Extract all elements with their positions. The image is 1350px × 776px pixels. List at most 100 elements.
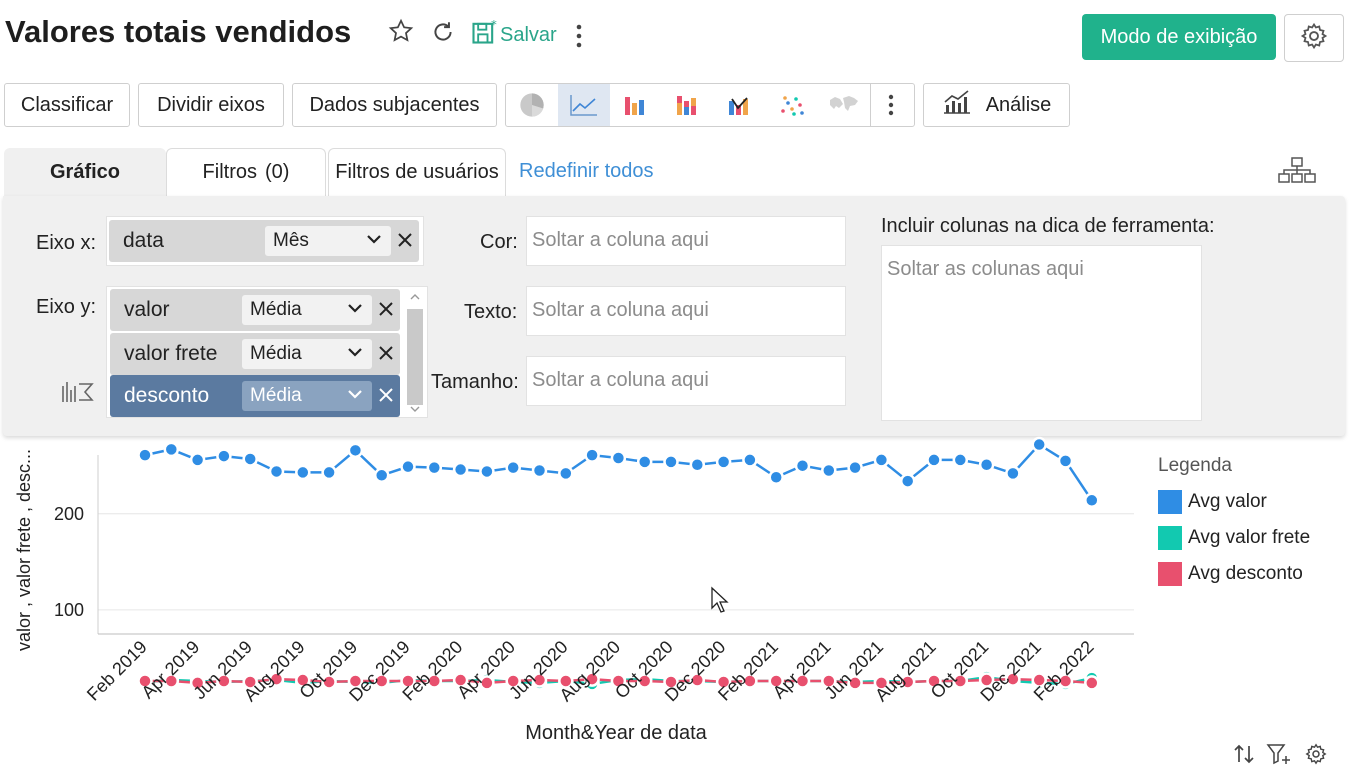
refresh-icon[interactable]	[430, 19, 456, 52]
data-point[interactable]	[926, 452, 942, 468]
data-point[interactable]	[268, 463, 285, 480]
data-point[interactable]	[689, 456, 706, 473]
analysis-button[interactable]: Análise	[923, 83, 1070, 127]
x-axis-label: Eixo x:	[36, 232, 97, 254]
data-point[interactable]	[137, 447, 153, 463]
data-point[interactable]	[715, 454, 732, 470]
data-point[interactable]	[742, 452, 758, 468]
y-tick-label: 200	[54, 504, 84, 524]
reset-all-link[interactable]: Redefinir todos	[519, 160, 654, 183]
split-axes-button[interactable]: Dividir eixos	[138, 83, 284, 127]
chevron-down-icon	[365, 230, 383, 254]
y-axis-aggregation-value: Média	[250, 343, 302, 364]
tooltip-columns-label: Incluir colunas na dica de ferramenta:	[881, 215, 1215, 237]
chart-settings-gear-icon[interactable]	[1304, 742, 1328, 771]
remove-y-field-icon[interactable]	[378, 343, 394, 367]
analysis-label: Análise	[985, 93, 1052, 116]
data-point[interactable]	[1057, 453, 1074, 469]
y-axis-aggregation-select[interactable]: Média	[242, 381, 372, 411]
view-mode-button[interactable]: Modo de exibição	[1082, 14, 1276, 60]
legend-label: Avg valor frete	[1188, 527, 1311, 548]
data-point[interactable]	[558, 465, 574, 482]
y-axis-field[interactable]: valor frete Média	[110, 333, 400, 375]
data-point[interactable]	[295, 464, 311, 481]
data-point[interactable]	[978, 456, 995, 473]
remove-y-field-icon[interactable]	[378, 385, 394, 409]
data-point[interactable]	[479, 463, 495, 480]
data-point[interactable]	[847, 459, 863, 476]
x-axis-aggregation-value: Mês	[273, 230, 309, 251]
y-fields-scrollbar[interactable]	[405, 289, 425, 415]
data-point[interactable]	[347, 442, 364, 459]
chevron-down-icon	[346, 385, 364, 409]
tab-chart[interactable]: Gráfico	[4, 148, 166, 196]
tab-filters[interactable]: Filtros (0)	[166, 148, 326, 196]
data-point[interactable]	[1031, 436, 1047, 453]
stacked-bar-chart-icon[interactable]	[662, 84, 714, 126]
more-chart-types-icon[interactable]	[870, 84, 911, 126]
x-axis-field[interactable]: data Mês	[109, 220, 419, 262]
data-point[interactable]	[189, 452, 206, 468]
text-dropzone[interactable]: Soltar a coluna aqui	[526, 286, 846, 336]
y-axis-field-name: desconto	[124, 384, 210, 407]
data-point[interactable]	[216, 448, 232, 464]
x-axis-dropzone[interactable]: data Mês	[106, 216, 424, 266]
y-axis-aggregation-select[interactable]: Média	[242, 339, 372, 369]
save-button[interactable]: * Salvar	[470, 18, 557, 52]
waterfall-chart-icon[interactable]	[714, 84, 766, 126]
legend-item[interactable]: Avg desconto	[1158, 562, 1303, 586]
color-dropzone[interactable]: Soltar a coluna aqui	[526, 216, 846, 266]
data-point[interactable]	[663, 454, 679, 470]
y-axis-aggregation-select[interactable]: Média	[242, 295, 372, 325]
data-point[interactable]	[531, 462, 548, 479]
underlying-data-button[interactable]: Dados subjacentes	[292, 83, 497, 127]
data-point[interactable]	[163, 441, 180, 458]
scatter-chart-icon[interactable]	[766, 84, 818, 126]
tooltip-columns-dropzone[interactable]: Soltar as colunas aqui	[881, 245, 1202, 421]
pie-chart-icon[interactable]	[506, 84, 558, 126]
data-point[interactable]	[768, 469, 784, 485]
settings-button[interactable]	[1284, 14, 1344, 62]
star-icon[interactable]	[388, 18, 414, 51]
aggregate-sum-icon[interactable]	[60, 378, 96, 409]
tab-user-filters[interactable]: Filtros de usuários	[328, 148, 506, 196]
more-options-icon[interactable]	[572, 22, 586, 55]
data-point[interactable]	[636, 454, 653, 470]
x-axis-aggregation-select[interactable]: Mês	[265, 226, 391, 256]
data-point[interactable]	[1084, 675, 1100, 691]
map-chart-icon[interactable]	[818, 84, 870, 126]
sort-arrows-icon[interactable]	[1232, 742, 1256, 771]
data-point[interactable]	[899, 473, 916, 489]
y-axis-field[interactable]: valor Média	[110, 289, 400, 331]
add-filter-icon[interactable]	[1266, 742, 1292, 771]
data-point[interactable]	[821, 462, 837, 479]
size-dropzone[interactable]: Soltar a coluna aqui	[526, 356, 846, 406]
data-point[interactable]	[321, 464, 337, 481]
sort-button[interactable]: Classificar	[4, 83, 130, 127]
data-point[interactable]	[426, 459, 443, 476]
data-point[interactable]	[610, 450, 627, 466]
data-point[interactable]	[373, 467, 390, 484]
y-axis-dropzone[interactable]: valor Média valor frete Média desconto M…	[106, 286, 428, 418]
legend-swatch	[1158, 490, 1182, 514]
remove-x-field-icon[interactable]	[397, 230, 413, 254]
data-point[interactable]	[873, 452, 890, 468]
legend-item[interactable]: Avg valor frete	[1158, 526, 1310, 550]
hierarchy-icon[interactable]	[1278, 156, 1316, 189]
data-point[interactable]	[952, 452, 969, 468]
bar-chart-icon[interactable]	[610, 84, 662, 126]
line-chart-icon[interactable]	[558, 84, 610, 126]
chart-type-selector	[505, 83, 915, 127]
remove-y-field-icon[interactable]	[378, 299, 394, 323]
tab-filters-count: (0)	[265, 161, 290, 183]
data-point[interactable]	[505, 459, 521, 476]
data-point[interactable]	[1005, 465, 1021, 482]
data-point[interactable]	[452, 461, 469, 478]
y-axis-field-selected[interactable]: desconto Média	[110, 375, 400, 417]
data-point[interactable]	[400, 458, 416, 475]
data-point[interactable]	[584, 447, 600, 463]
data-point[interactable]	[794, 457, 811, 474]
legend-item[interactable]: Avg valor	[1158, 490, 1267, 514]
data-point[interactable]	[1084, 492, 1100, 509]
data-point[interactable]	[242, 451, 258, 467]
